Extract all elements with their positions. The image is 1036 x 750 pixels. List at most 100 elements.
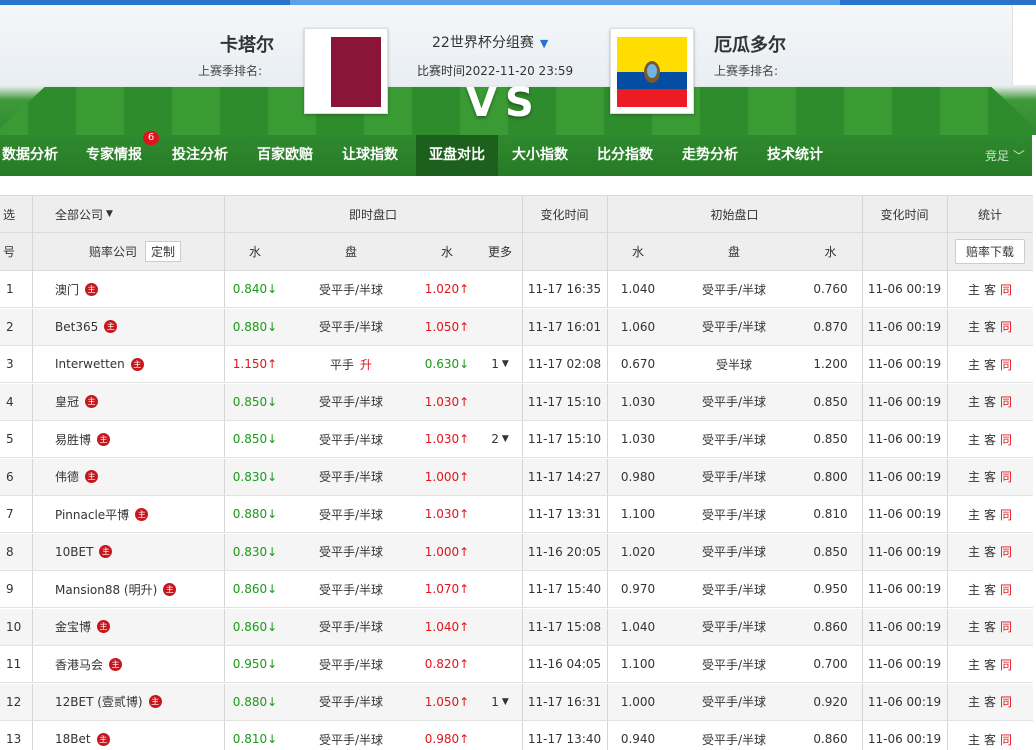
live-water-1[interactable]: 0.880 ↓ [224,309,286,345]
live-handicap[interactable]: 受平手/半球 [286,684,416,720]
company-name[interactable]: 易胜博 [55,431,91,448]
live-handicap[interactable]: 受平手/半球 [286,309,416,345]
live-water-1[interactable]: 0.950 ↓ [224,646,286,682]
more-dropdown[interactable]: 1 ▼ [478,346,522,382]
live-water-2[interactable]: 1.030 ↑ [416,496,478,532]
home-team-flag[interactable] [304,28,388,114]
live-water-2[interactable]: 1.070 ↑ [416,571,478,607]
live-water-2[interactable]: 1.040 ↑ [416,609,478,645]
company-name[interactable]: Mansion88 (明升) [55,581,157,598]
company-name[interactable]: Bet365 [55,320,98,334]
stat-home-link[interactable]: 主 [968,431,980,448]
stat-home-link[interactable]: 主 [968,356,980,373]
nav-over-under[interactable]: 大小指数 [512,135,568,176]
live-water-2[interactable]: 1.030 ↑ [416,421,478,457]
stat-home-link[interactable]: 主 [968,618,980,635]
stat-same-link[interactable]: 同 [1000,318,1012,335]
league-selector[interactable]: 22世界杯分组赛 ▼ [432,32,548,52]
live-handicap[interactable]: 受平手/半球 [286,534,416,570]
live-water-1[interactable]: 0.850 ↓ [224,384,286,420]
live-water-1[interactable]: 0.810 ↓ [224,721,286,750]
live-water-2[interactable]: 1.050 ↑ [416,684,478,720]
live-water-2[interactable]: 0.820 ↑ [416,646,478,682]
nav-handicap-index[interactable]: 让球指数 [342,135,398,176]
live-water-1[interactable]: 0.880 ↓ [224,496,286,532]
away-team-name[interactable]: 厄瓜多尔 [714,31,786,57]
live-handicap[interactable]: 受平手/半球 [286,421,416,457]
live-water-1[interactable]: 0.850 ↓ [224,421,286,457]
jingzu-dropdown[interactable]: 竞足 ﹀ [985,147,1025,164]
stat-home-link[interactable]: 主 [968,393,980,410]
stat-home-link[interactable]: 主 [968,543,980,560]
live-water-1[interactable]: 0.830 ↓ [224,534,286,570]
live-water-1[interactable]: 0.860 ↓ [224,609,286,645]
home-team-name[interactable]: 卡塔尔 [220,31,274,57]
stat-away-link[interactable]: 客 [984,731,996,748]
stat-away-link[interactable]: 客 [984,318,996,335]
customize-button[interactable]: 定制 [145,241,182,262]
live-handicap[interactable]: 受平手/半球 [286,721,416,750]
live-water-2[interactable]: 1.000 ↑ [416,534,478,570]
stat-same-link[interactable]: 同 [1000,393,1012,410]
stat-same-link[interactable]: 同 [1000,468,1012,485]
nav-trend-analysis[interactable]: 走势分析 [682,135,738,176]
stat-same-link[interactable]: 同 [1000,281,1012,298]
stat-away-link[interactable]: 客 [984,356,996,373]
live-water-2[interactable]: 1.030 ↑ [416,384,478,420]
company-name[interactable]: Pinnacle平博 [55,506,129,523]
stat-same-link[interactable]: 同 [1000,356,1012,373]
stat-same-link[interactable]: 同 [1000,581,1012,598]
live-water-2[interactable]: 1.000 ↑ [416,459,478,495]
live-water-1[interactable]: 0.860 ↓ [224,571,286,607]
company-name[interactable]: 12BET (壹贰博) [55,693,143,710]
stat-same-link[interactable]: 同 [1000,693,1012,710]
live-handicap[interactable]: 平手升 [286,346,416,382]
stat-away-link[interactable]: 客 [984,281,996,298]
nav-tech-stats[interactable]: 技术统计 [767,135,823,176]
company-name[interactable]: 10BET [55,545,93,559]
live-water-2[interactable]: 0.630 ↓ [416,346,478,382]
stat-same-link[interactable]: 同 [1000,656,1012,673]
stat-away-link[interactable]: 客 [984,506,996,523]
live-water-1[interactable]: 0.830 ↓ [224,459,286,495]
nav-betting-analysis[interactable]: 投注分析 [172,135,228,176]
live-water-1[interactable]: 0.840 ↓ [224,271,286,307]
company-name[interactable]: 伟德 [55,468,79,485]
live-handicap[interactable]: 受平手/半球 [286,459,416,495]
live-water-2[interactable]: 1.020 ↑ [416,271,478,307]
stat-away-link[interactable]: 客 [984,393,996,410]
stat-home-link[interactable]: 主 [968,581,980,598]
stat-home-link[interactable]: 主 [968,281,980,298]
nav-expert-info[interactable]: 专家情报 [86,135,142,176]
nav-data-analysis[interactable]: 数据分析 [2,135,58,176]
stat-same-link[interactable]: 同 [1000,506,1012,523]
stat-same-link[interactable]: 同 [1000,618,1012,635]
company-name[interactable]: 皇冠 [55,393,79,410]
company-name[interactable]: 18Bet [55,732,91,746]
stat-home-link[interactable]: 主 [968,468,980,485]
nav-euro-odds[interactable]: 百家欧赔 [257,135,313,176]
stat-away-link[interactable]: 客 [984,693,996,710]
live-handicap[interactable]: 受平手/半球 [286,496,416,532]
live-handicap[interactable]: 受平手/半球 [286,271,416,307]
stat-home-link[interactable]: 主 [968,693,980,710]
stat-away-link[interactable]: 客 [984,656,996,673]
company-name[interactable]: 澳门 [55,281,79,298]
stat-away-link[interactable]: 客 [984,431,996,448]
stat-away-link[interactable]: 客 [984,468,996,485]
stat-home-link[interactable]: 主 [968,656,980,673]
company-name[interactable]: Interwetten [55,357,125,371]
away-team-flag[interactable] [610,28,694,114]
stat-same-link[interactable]: 同 [1000,543,1012,560]
stat-away-link[interactable]: 客 [984,581,996,598]
live-water-2[interactable]: 0.980 ↑ [416,721,478,750]
download-odds-button[interactable]: 赔率下载 [954,239,1025,264]
stat-home-link[interactable]: 主 [968,731,980,748]
stat-home-link[interactable]: 主 [968,318,980,335]
stat-same-link[interactable]: 同 [1000,431,1012,448]
stat-away-link[interactable]: 客 [984,543,996,560]
nav-score-index[interactable]: 比分指数 [597,135,653,176]
stat-home-link[interactable]: 主 [968,506,980,523]
company-name[interactable]: 金宝博 [55,618,91,635]
live-handicap[interactable]: 受平手/半球 [286,571,416,607]
